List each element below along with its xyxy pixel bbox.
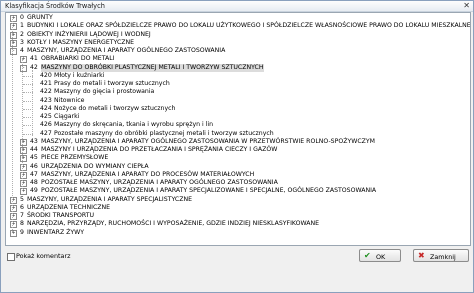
tree-node[interactable]: 422 Maszyny do gięcia i prostowania [6, 88, 468, 96]
tree-node-label: ŚRODKI TRANSPORTU [27, 212, 95, 219]
close-x-icon: ✖ [418, 251, 425, 260]
classification-dialog: Klasyfikacja Środków Trwałych ✕ +0 GRUNTY… [0, 0, 474, 293]
tree-node-code: 423 [40, 96, 52, 104]
close-icon[interactable]: ✕ [463, 1, 470, 10]
tree-node[interactable]: +2 OBIEKTY INŻYNIERII LĄDOWEJ I WODNEJ [6, 31, 468, 39]
tree-node-label: MASZYNY, URZĄDZENIA I APARATY OGÓLNEGO Z… [27, 47, 226, 54]
tree-node-label: INWENTARZ ŻYWY [27, 228, 85, 236]
tree-node[interactable]: 420 Młoty i kuźniarki [6, 72, 468, 80]
tree-node-label: URZĄDZENIA DO WYMIANY CIEPŁA [41, 162, 149, 170]
tree-node-code: 0 [20, 14, 24, 21]
tree-node-code: 426 [40, 121, 52, 129]
tree-node-code: 45 [30, 154, 38, 162]
classification-tree[interactable]: +0 GRUNTY +1 BUDYNKI I LOKALE ORAZ SPÓŁDZIE… [5, 12, 471, 246]
tree-node-label: POZOSTAŁE MASZYNY, URZĄDZENIA I APARATY … [41, 187, 377, 195]
tree-node[interactable]: +8 NARZĘDZIA, PRZYRZĄDY, RUCHOMOŚCI I WYP… [6, 220, 468, 229]
tree-node-label: NARZĘDZIA, PRZYRZĄDY, RUCHOMOŚCI I WYPOS… [27, 220, 320, 228]
tree-node-label: BUDYNKI I LOKALE ORAZ SPÓŁDZIELCZE PRAWO… [27, 22, 471, 30]
tree-node-label: Maszyny do gięcia i prostowania [54, 88, 155, 96]
tree-node-label: MASZYNY DO OBRÓBKI PLASTYCZNEJ METALI I … [41, 63, 264, 72]
show-comment-label: Pokaż komentarz [16, 252, 71, 260]
tree-node-code: 425 [40, 113, 52, 120]
tree-node-label: Młoty i kuźniarki [54, 71, 105, 79]
tree-node-code: 2 [20, 30, 24, 38]
tree-guide-line [32, 69, 33, 136]
title-bar: Klasyfikacja Środków Trwałych ✕ [1, 1, 473, 12]
tree-node[interactable]: 424 Nożyce do metali i tworzyw sztucznych [6, 105, 468, 113]
tree-node-code: 7 [20, 212, 24, 219]
tree-node-label: MASZYNY, URZĄDZENIA I APARATY DO PROCESÓ… [41, 170, 255, 178]
tree-node-code: 424 [40, 104, 52, 112]
dialog-footer: Pokaż komentarz ✔ OK ✖ Zamknij [1, 246, 473, 292]
tree-node[interactable]: +9 INWENTARZ ŻYWY [6, 229, 468, 237]
tree-node-label: POZOSTAŁE MASZYNY, URZĄDZENIA I APARATY … [41, 179, 278, 186]
tree-node-code: 4 [20, 47, 24, 54]
tree-node[interactable]: +47 MASZYNY, URZĄDZENIA I APARATY DO PROC… [6, 171, 468, 179]
tree-node[interactable]: +46 URZĄDZENIA DO WYMIANY CIEPŁA [6, 163, 468, 171]
tree-node-code: 427 [40, 129, 52, 137]
tree-node-code: 46 [30, 162, 38, 170]
tree-node[interactable]: +5 MASZYNY, URZĄDZENIA I APARATY SPECJALI… [6, 196, 468, 204]
tree-guide-line [22, 59, 23, 192]
tree-node-label: MASZYNY, URZĄDZENIA I APARATY SPECJALIST… [27, 195, 192, 203]
tree-node-code: 44 [30, 146, 38, 153]
tree-node-label: Maszyny do skręcania, tkania i wyrobu sp… [54, 121, 214, 129]
tree-node-code: 43 [30, 137, 38, 145]
tree-node[interactable]: 427 Pozostałe maszyny do obróbki plastycz… [6, 130, 468, 138]
checkmark-icon: ✔ [364, 251, 371, 260]
tree-node-code: 47 [30, 170, 38, 178]
tree-node[interactable]: 421 Prasy do metali i tworzyw sztucznych [6, 80, 468, 88]
tree-node-code: 421 [40, 80, 52, 87]
tree-node-label: URZĄDZENIA TECHNICZNE [27, 203, 111, 211]
tree-node-code: 420 [40, 71, 52, 79]
tree-node-label: PIECE PRZEMYSŁOWE [41, 154, 109, 162]
tree-node-label: Ciągarki [54, 113, 80, 120]
tree-node[interactable]: +49 POZOSTAŁE MASZYNY, URZĄDZENIA I APARA… [6, 187, 468, 196]
tree-node-code: 1 [20, 22, 24, 30]
tree-node[interactable]: -42 MASZYNY DO OBRÓBKI PLASTYCZNEJ METALI… [6, 63, 468, 72]
ok-button[interactable]: ✔ OK [359, 249, 401, 262]
tree-node-label: OBIEKTY INŻYNIERII LĄDOWEJ I WODNEJ [27, 30, 151, 38]
tree-node-label: Nitownice [54, 96, 85, 104]
tree-node-code: 9 [20, 228, 24, 236]
tree-node[interactable]: +7 ŚRODKI TRANSPORTU [6, 212, 468, 220]
tree-node-code: 422 [40, 88, 52, 96]
tree-node-label: Prasy do metali i tworzyw sztucznych [54, 80, 170, 87]
tree-node-code: 41 [30, 55, 38, 63]
tree-node[interactable]: 423 Nitownice [6, 97, 468, 105]
tree-node-code: 48 [30, 179, 38, 186]
tree-node-label: MASZYNY, URZĄDZENIA I APARATY OGÓLNEGO Z… [41, 137, 376, 145]
tree-node[interactable]: +0 GRUNTY [6, 14, 468, 22]
tree-node-code: 5 [20, 195, 24, 203]
close-button[interactable]: ✖ Zamknij [413, 249, 469, 262]
tree-node[interactable]: +6 URZĄDZENIA TECHNICZNE [6, 204, 468, 212]
tree-node[interactable]: +45 PIECE PRZEMYSŁOWE [6, 154, 468, 163]
tree-node-label: Nożyce do metali i tworzyw sztucznych [54, 104, 176, 112]
tree-node-label: GRUNTY [27, 14, 53, 21]
tree-node[interactable]: +43 MASZYNY, URZĄDZENIA I APARATY OGÓLNEG… [6, 138, 468, 146]
tree-node-label: KOTŁY I MASZYNY ENERGETYCZNE [27, 38, 135, 46]
tree-node[interactable]: +41 OBRABIARKI DO METALI [6, 55, 468, 64]
tree-node-code: 8 [20, 220, 24, 228]
tree-node-label: Pozostałe maszyny do obróbki plastycznej… [54, 129, 274, 137]
tree-node-label: OBRABIARKI DO METALI [41, 55, 115, 63]
tree-node[interactable]: 425 Ciągarki [6, 113, 468, 121]
tree-node-code: 49 [30, 187, 38, 195]
tree-node[interactable]: +48 POZOSTAŁE MASZYNY, URZĄDZENIA I APARA… [6, 179, 468, 187]
tree-node-label: MASZYNY I URZĄDZENIA DO PRZETŁACZANIA I … [41, 146, 278, 153]
tree-node[interactable]: 426 Maszyny do skręcania, tkania i wyrobu… [6, 121, 468, 129]
tree-node-code: 6 [20, 203, 24, 211]
tree-node[interactable]: +44 MASZYNY I URZĄDZENIA DO PRZETŁACZANIA… [6, 146, 468, 154]
tree-node[interactable]: -4 MASZYNY, URZĄDZENIA I APARATY OGÓLNEGO… [6, 47, 468, 55]
window-title: Klasyfikacja Środków Trwałych [5, 2, 105, 10]
show-comment-checkbox[interactable] [7, 253, 15, 261]
tree-guide-line [12, 17, 13, 232]
tree-node[interactable]: +3 KOTŁY I MASZYNY ENERGETYCZNE [6, 39, 468, 47]
tree-node-code: 3 [20, 38, 24, 46]
tree-node[interactable]: +1 BUDYNKI I LOKALE ORAZ SPÓŁDZIELCZE PRA… [6, 22, 471, 31]
